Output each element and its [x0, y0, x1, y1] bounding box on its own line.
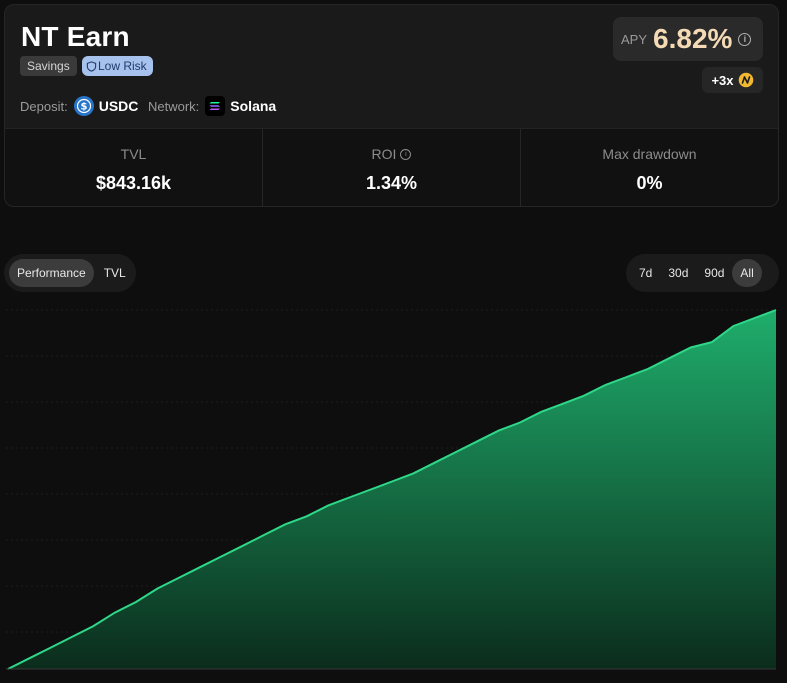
savings-tag: Savings — [20, 56, 77, 76]
roi-info-icon[interactable]: i — [400, 148, 412, 160]
stat-roi: ROI i 1.34% — [263, 129, 521, 206]
stat-drawdown-label: Max drawdown — [602, 146, 697, 162]
stat-roi-label: ROI — [371, 146, 397, 162]
stat-drawdown: Max drawdown 0% — [521, 129, 778, 206]
boost-label: +3x — [711, 72, 734, 88]
range-all[interactable]: All — [732, 259, 762, 287]
chart-type-toggle: Performance TVL — [4, 254, 136, 292]
performance-chart-svg — [6, 309, 777, 670]
points-icon — [738, 72, 753, 88]
range-90d[interactable]: 90d — [696, 259, 732, 287]
chart-area — [8, 310, 776, 669]
apy-label: APY — [621, 31, 648, 47]
network-label: Network: — [148, 98, 200, 114]
risk-badge: Low Risk — [82, 56, 153, 76]
apy-box: APY 6.82% i — [613, 17, 763, 61]
range-toggle: 7d 30d 90d All — [626, 254, 779, 292]
deposit-label: Deposit: — [20, 98, 68, 114]
tab-performance[interactable]: Performance — [9, 259, 94, 287]
range-7d[interactable]: 7d — [631, 259, 660, 287]
deposit-info: Deposit: $ USDC — [20, 95, 138, 117]
stat-tvl: TVL $843.16k — [5, 129, 263, 206]
performance-chart — [0, 300, 787, 678]
vault-card: NT Earn Savings Low Risk Deposit: $ USDC… — [4, 4, 779, 207]
risk-label: Low Risk — [98, 59, 147, 73]
network-name: Solana — [230, 98, 277, 114]
range-30d[interactable]: 30d — [660, 259, 696, 287]
shield-icon — [86, 60, 97, 72]
network-info: Network: Solana — [148, 95, 276, 117]
apy-value: 6.82% — [653, 23, 733, 54]
vault-title: NT Earn — [21, 21, 130, 52]
stat-drawdown-value: 0% — [636, 173, 663, 193]
tab-tvl[interactable]: TVL — [96, 259, 134, 287]
stat-tvl-value: $843.16k — [95, 173, 172, 193]
stats-bar: TVL $843.16k ROI i 1.34% Max drawdown 0% — [5, 128, 778, 206]
svg-text:$: $ — [80, 102, 87, 113]
info-icon[interactable]: i — [738, 32, 752, 46]
stat-tvl-label: TVL — [120, 146, 147, 162]
deposit-asset: USDC — [98, 98, 139, 114]
stat-roi-value: 1.34% — [365, 173, 418, 193]
usdc-icon: $ — [73, 96, 94, 116]
solana-icon — [205, 96, 226, 116]
boost-badge[interactable]: +3x — [702, 67, 763, 93]
